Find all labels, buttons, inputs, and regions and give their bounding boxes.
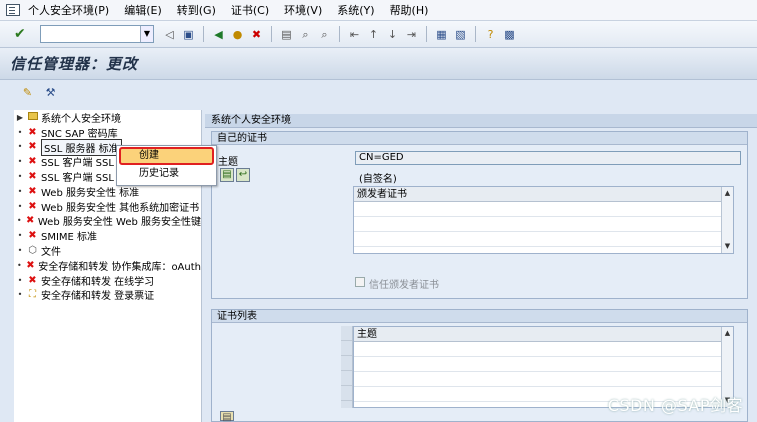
tree-item[interactable]: • ✖ SMIME 标准 [14, 228, 201, 243]
tree-item[interactable]: • ⛶ 安全存储和转发 登录票证 [14, 288, 201, 302]
cube-icon: ⬡ [28, 245, 37, 257]
tree-item[interactable]: • ✖ 安全存储和转发 在线学习 [14, 273, 201, 288]
create-menu-item[interactable]: 创建 [119, 147, 214, 165]
system-menu-icon[interactable] [6, 4, 20, 16]
cert-list-action-button[interactable]: ▤ [220, 411, 234, 422]
own-certificate-group: 自己的证书 主题 CN=GED ▤ ↩ (自签名) 颁发者证书 ▲ ▼ 信任颁发… [211, 131, 748, 299]
subject-field[interactable]: CN=GED [355, 151, 741, 165]
scroll-down-icon[interactable]: ▼ [722, 241, 733, 252]
table-row[interactable] [354, 202, 733, 217]
tools-icon[interactable]: ⚒ [43, 85, 58, 100]
menu-bar: 个人安全环境(P) 编辑(E) 转到(G) 证书(C) 环境(V) 系统(Y) … [0, 0, 757, 21]
red-x-icon: ✖ [25, 215, 35, 227]
trust-issuer-checkbox[interactable] [355, 277, 365, 287]
tree-item[interactable]: ▶ 系统个人安全环境 [14, 110, 201, 125]
menu-environment[interactable]: 环境(V) [284, 2, 322, 18]
back-arrow-icon[interactable]: ◁ [162, 27, 177, 42]
find-icon[interactable]: ⌕ [298, 27, 313, 42]
subject-column-header: 主题 [354, 327, 733, 342]
print-icon[interactable]: ▤ [279, 27, 294, 42]
table-row[interactable] [354, 357, 733, 372]
chevron-down-icon[interactable]: ▼ [140, 26, 153, 42]
subject-label: 主题 [218, 157, 238, 168]
tree-item[interactable]: • ✖ Web 服务安全性 其他系统加密证书 [14, 199, 201, 214]
logon-ticket-icon: ⛶ [29, 289, 36, 301]
row-selector-column[interactable] [341, 326, 353, 408]
own-certificate-title: 自己的证书 [212, 132, 747, 145]
menu-certificate[interactable]: 证书(C) [231, 2, 269, 18]
page-title: 信任管理器：更改 [10, 55, 139, 73]
table-row[interactable] [354, 232, 733, 247]
title-bar: 信任管理器：更改 [0, 48, 757, 80]
context-menu: 创建 历史记录 [116, 145, 217, 186]
layout-menu-icon[interactable]: ▩ [502, 27, 517, 42]
detail-area: 系统个人安全环境 自己的证书 主题 CN=GED ▤ ↩ (自签名) 颁发者证书… [205, 114, 757, 422]
red-x-icon: ✖ [28, 230, 37, 242]
tree-item[interactable]: • ⬡ 文件 [14, 243, 201, 258]
scroll-up-icon[interactable]: ▲ [722, 188, 733, 199]
cancel-icon[interactable]: ✖ [249, 27, 264, 42]
issuer-table: 颁发者证书 ▲ ▼ [353, 186, 734, 254]
table-row[interactable] [354, 372, 733, 387]
issuer-column-header: 颁发者证书 [354, 187, 733, 202]
tree-item[interactable]: • ✖ SNC SAP 密码库 [14, 125, 201, 140]
red-x-icon: ✖ [28, 185, 37, 197]
shortcut-icon[interactable]: ▧ [453, 27, 468, 42]
menu-help[interactable]: 帮助(H) [390, 2, 429, 18]
certificate-list-title: 证书列表 [212, 310, 747, 323]
history-menu-item[interactable]: 历史记录 [117, 165, 216, 183]
tree-item[interactable]: • ✖ Web 服务安全性 Web 服务安全性键 [14, 214, 201, 228]
issuer-scrollbar[interactable]: ▲ ▼ [721, 187, 733, 253]
table-row[interactable] [354, 217, 733, 232]
save-icon[interactable]: ▣ [181, 27, 196, 42]
red-x-icon: ✖ [28, 141, 37, 153]
help-icon[interactable]: ? [483, 27, 498, 42]
menu-goto[interactable]: 转到(G) [177, 2, 216, 18]
display-change-icon[interactable]: ✎ [20, 85, 35, 100]
folder-icon [26, 111, 39, 123]
last-page-icon[interactable]: ⇥ [404, 27, 419, 42]
red-x-icon: ✖ [28, 171, 37, 183]
next-page-icon[interactable]: ↓ [385, 27, 400, 42]
table-row[interactable] [354, 342, 733, 357]
enter-check-icon[interactable]: ✔ [14, 26, 30, 42]
scroll-up-icon[interactable]: ▲ [722, 328, 733, 339]
menu-pse[interactable]: 个人安全环境(P) [28, 2, 109, 18]
command-field[interactable]: ▼ [40, 25, 154, 43]
tree-item[interactable]: • ✖ 安全存储和转发 协作集成库：oAuth [14, 258, 201, 273]
find-next-icon[interactable]: ⌕ [317, 27, 332, 42]
import-cert-button[interactable]: ↩ [236, 168, 250, 182]
watermark: CSDN @SAP剑客 [607, 396, 743, 415]
tree-item[interactable]: • ✖ Web 服务安全性 标准 [14, 184, 201, 199]
red-x-icon: ✖ [28, 156, 37, 168]
application-toolbar: ✎ ⚒ [0, 80, 757, 105]
new-session-icon[interactable]: ▦ [434, 27, 449, 42]
menu-edit[interactable]: 编辑(E) [124, 2, 162, 18]
red-x-icon: ✖ [28, 200, 37, 212]
prev-page-icon[interactable]: ↑ [366, 27, 381, 42]
standard-toolbar: ✔ ▼ ◁ ▣ ◀ ● ✖ ▤ ⌕ ⌕ ⇤ ↑ ↓ ⇥ ▦ ▧ ? ▩ [0, 21, 757, 48]
back-icon[interactable]: ◀ [211, 27, 226, 42]
red-x-icon: ✖ [26, 259, 35, 271]
display-cert-button[interactable]: ▤ [220, 168, 234, 182]
exit-icon[interactable]: ● [230, 27, 245, 42]
trust-issuer-label: 信任颁发者证书 [369, 280, 439, 291]
first-page-icon[interactable]: ⇤ [347, 27, 362, 42]
menu-system[interactable]: 系统(Y) [337, 2, 374, 18]
red-x-icon: ✖ [28, 274, 37, 286]
self-signed-label: (自签名) [359, 174, 397, 185]
pse-header: 系统个人安全环境 [205, 114, 757, 128]
red-x-icon: ✖ [28, 126, 37, 138]
